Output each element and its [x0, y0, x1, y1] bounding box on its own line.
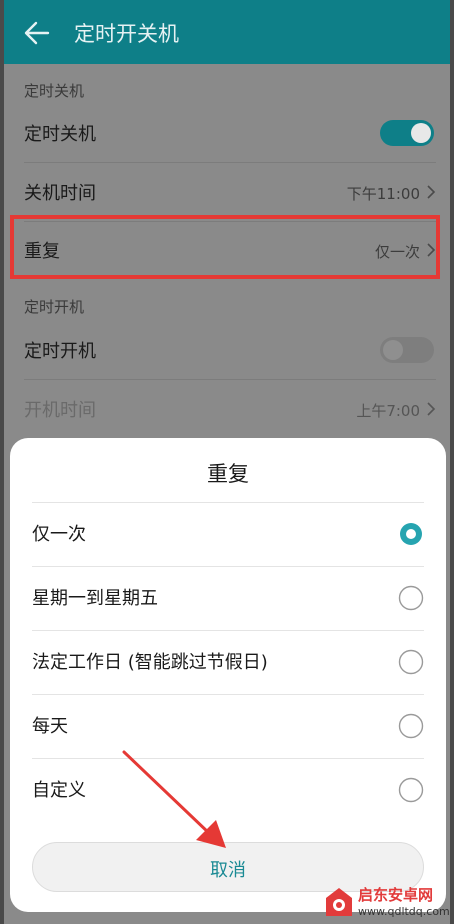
shutdown-time-row[interactable]: 关机时间 下午11:00 — [4, 163, 450, 221]
highlight-annotation-box — [10, 215, 440, 279]
watermark-title: 启东安卓网 — [358, 886, 434, 904]
watermark-logo-icon — [326, 888, 352, 916]
option-label: 星期一到星期五 — [32, 588, 158, 609]
chevron-right-icon — [427, 185, 436, 199]
boot-toggle-row[interactable]: 定时开机 — [4, 321, 450, 379]
option-once[interactable]: 仅一次 — [10, 502, 446, 566]
app-bar: 定时开关机 — [4, 0, 450, 64]
radio-unselected-icon[interactable] — [398, 777, 424, 803]
boot-time-label: 开机时间 — [24, 400, 96, 421]
chevron-right-icon — [427, 402, 436, 416]
boot-toggle-label: 定时开机 — [24, 341, 96, 362]
shutdown-toggle-switch[interactable] — [380, 120, 434, 146]
page-title: 定时开关机 — [74, 22, 179, 46]
shutdown-time-value: 下午11:00 — [346, 185, 420, 203]
section-header-shutdown: 定时关机 — [24, 82, 85, 100]
option-label: 法定工作日 (智能跳过节假日) — [32, 652, 268, 673]
option-label: 仅一次 — [32, 524, 86, 545]
shutdown-toggle-label: 定时关机 — [24, 124, 96, 145]
option-workdays[interactable]: 法定工作日 (智能跳过节假日) — [10, 630, 446, 694]
red-arrow-annotation-icon — [122, 750, 226, 848]
section-header-boot: 定时开机 — [24, 298, 85, 316]
watermark-url: www.qdltdq.com — [358, 905, 450, 918]
shutdown-time-label: 关机时间 — [24, 183, 96, 204]
option-label: 自定义 — [32, 780, 86, 801]
radio-unselected-icon[interactable] — [398, 713, 424, 739]
boot-time-row[interactable]: 开机时间 上午7:00 — [4, 380, 450, 438]
boot-time-value: 上午7:00 — [356, 402, 420, 420]
toggle-knob — [383, 340, 403, 360]
back-arrow-icon[interactable] — [24, 20, 50, 46]
toggle-knob — [411, 123, 431, 143]
radio-unselected-icon[interactable] — [398, 649, 424, 675]
watermark: 启东安卓网 www.qdltdq.com — [318, 880, 454, 924]
dialog-title: 重复 — [207, 462, 249, 486]
shutdown-toggle-row[interactable]: 定时关机 — [4, 104, 450, 162]
radio-unselected-icon[interactable] — [398, 585, 424, 611]
option-weekdays[interactable]: 星期一到星期五 — [10, 566, 446, 630]
option-label: 每天 — [32, 716, 68, 737]
cancel-label: 取消 — [210, 860, 246, 881]
boot-toggle-switch[interactable] — [380, 337, 434, 363]
radio-selected-icon[interactable] — [398, 521, 424, 547]
